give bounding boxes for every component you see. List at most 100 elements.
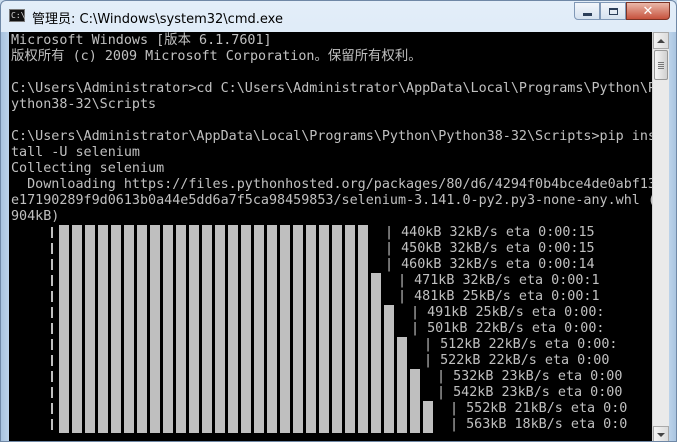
progress-block	[163, 257, 176, 273]
progress-block	[241, 241, 254, 257]
progress-bar-fill	[59, 305, 397, 321]
progress-block	[293, 337, 306, 353]
progress-stats: | 542kB 23kB/s eta 0:00	[437, 385, 623, 400]
minimize-button[interactable]	[574, 2, 600, 20]
progress-block	[59, 257, 72, 273]
progress-block	[241, 257, 254, 273]
progress-block	[215, 321, 228, 337]
console-output[interactable]: Microsoft Windows [版本 6.1.7601] 版权所有 (c) …	[9, 32, 652, 441]
progress-block	[280, 353, 293, 369]
progress-block	[345, 321, 358, 337]
progress-block	[345, 337, 358, 353]
progress-block	[345, 369, 358, 385]
progress-block	[358, 385, 371, 401]
progress-block	[98, 353, 111, 369]
progress-block	[384, 305, 397, 321]
progress-bar-fill	[59, 369, 423, 385]
progress-bar-start	[51, 387, 53, 398]
progress-block	[85, 401, 98, 417]
progress-block	[358, 305, 371, 321]
window-frame-left	[1, 32, 9, 441]
progress-block	[423, 417, 436, 433]
progress-block	[358, 273, 371, 289]
progress-block	[241, 385, 254, 401]
progress-block	[202, 321, 215, 337]
progress-block	[319, 321, 332, 337]
progress-block	[111, 289, 124, 305]
progress-block	[345, 273, 358, 289]
progress-block	[124, 225, 137, 241]
progress-block	[85, 225, 98, 241]
progress-block	[215, 305, 228, 321]
progress-block	[332, 385, 345, 401]
progress-block	[124, 369, 137, 385]
cmd-icon[interactable]: C:\	[9, 9, 25, 22]
progress-block	[124, 417, 137, 433]
progress-block	[72, 273, 85, 289]
progress-bar-start	[51, 291, 53, 302]
progress-block	[202, 225, 215, 241]
maximize-button[interactable]	[600, 2, 626, 20]
progress-block	[280, 401, 293, 417]
progress-block	[176, 385, 189, 401]
progress-block	[358, 337, 371, 353]
progress-block	[306, 289, 319, 305]
progress-block	[358, 369, 371, 385]
progress-block	[72, 401, 85, 417]
progress-block	[176, 353, 189, 369]
progress-block	[267, 257, 280, 273]
progress-block	[410, 417, 423, 433]
progress-block	[319, 257, 332, 273]
progress-stats: | 471kB 32kB/s eta 0:00:1	[398, 273, 600, 288]
scroll-up-button[interactable]	[653, 32, 669, 49]
console-line: 版权所有 (c) 2009 Microsoft Corporation。保留所有…	[11, 49, 422, 64]
progress-block	[267, 417, 280, 433]
progress-block	[176, 305, 189, 321]
progress-block	[202, 241, 215, 257]
progress-block	[358, 321, 371, 337]
progress-block	[150, 337, 163, 353]
close-button[interactable]: ✕	[626, 2, 670, 20]
progress-block	[137, 369, 150, 385]
progress-block	[293, 369, 306, 385]
progress-block	[293, 257, 306, 273]
progress-block	[59, 417, 72, 433]
progress-block	[319, 273, 332, 289]
console-line: e17190289f9d0613b0a44e5dd6a7f5ca98459853…	[11, 193, 652, 208]
console-line: Collecting selenium	[11, 161, 165, 176]
progress-block	[163, 417, 176, 433]
progress-bar-fill	[59, 337, 410, 353]
progress-block	[241, 337, 254, 353]
progress-block	[319, 417, 332, 433]
progress-block	[59, 401, 72, 417]
progress-block	[384, 321, 397, 337]
progress-block	[267, 289, 280, 305]
progress-block	[72, 369, 85, 385]
progress-block	[163, 369, 176, 385]
scrollbar-thumb[interactable]	[654, 50, 668, 80]
progress-block	[137, 417, 150, 433]
progress-block	[228, 337, 241, 353]
progress-block	[176, 369, 189, 385]
progress-block	[319, 241, 332, 257]
progress-block	[111, 385, 124, 401]
progress-block	[371, 337, 384, 353]
progress-block	[332, 369, 345, 385]
progress-block	[189, 241, 202, 257]
progress-block	[228, 257, 241, 273]
scroll-down-button[interactable]	[653, 426, 669, 441]
progress-block	[215, 241, 228, 257]
progress-block	[124, 305, 137, 321]
progress-block	[319, 305, 332, 321]
progress-block	[202, 305, 215, 321]
progress-block	[98, 257, 111, 273]
progress-block	[384, 401, 397, 417]
progress-block	[72, 385, 85, 401]
progress-block	[189, 305, 202, 321]
progress-bar-start	[51, 275, 53, 286]
vertical-scrollbar[interactable]	[652, 32, 669, 441]
title-bar[interactable]: C:\ 管理员: C:\Windows\system32\cmd.exe ✕	[1, 1, 676, 31]
progress-block	[189, 385, 202, 401]
progress-block	[306, 353, 319, 369]
progress-block	[59, 321, 72, 337]
